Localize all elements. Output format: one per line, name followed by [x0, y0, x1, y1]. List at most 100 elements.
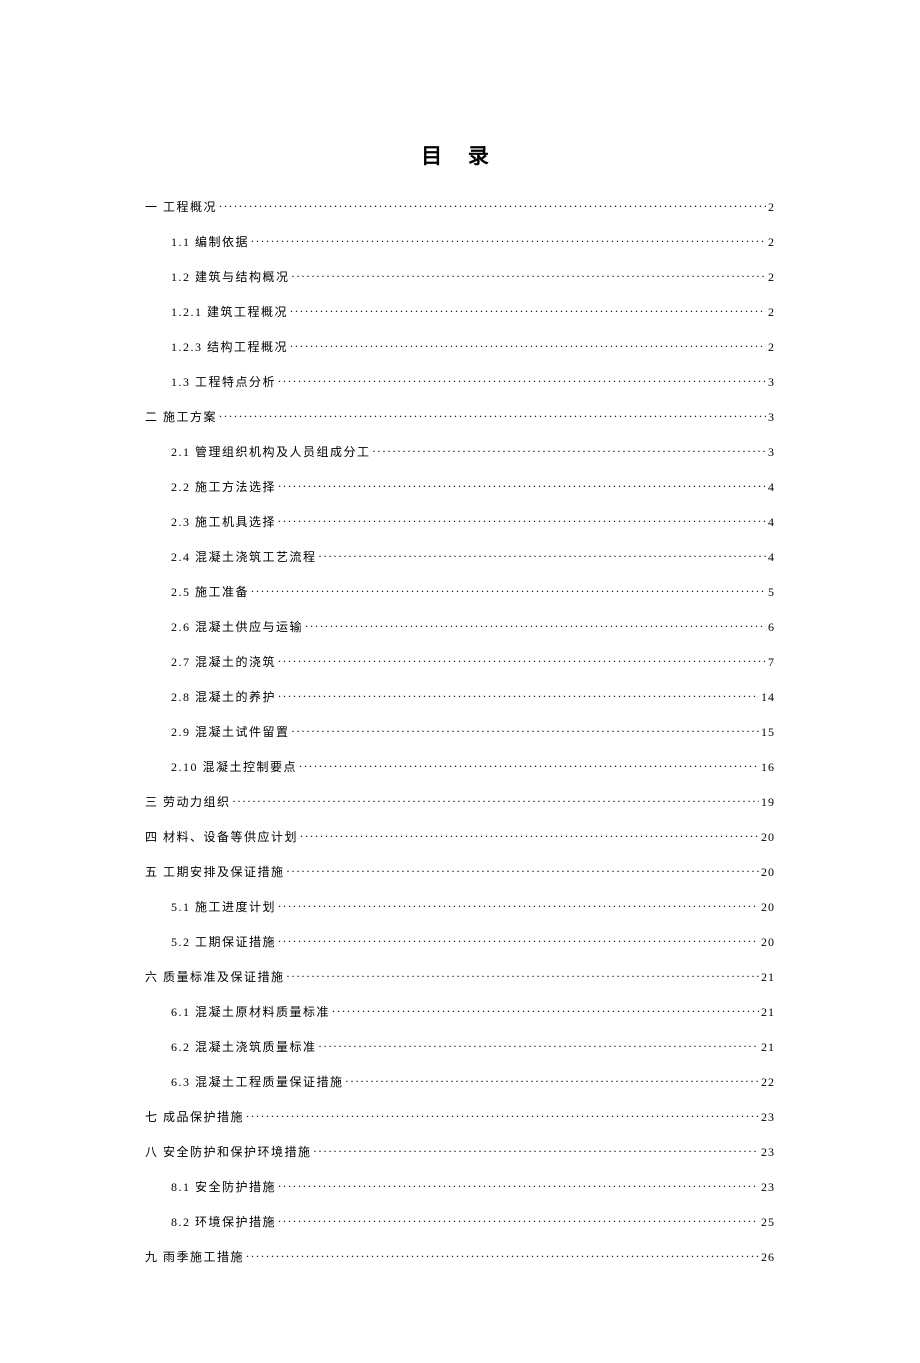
toc-entry-text: 二 施工方案 [145, 408, 217, 425]
toc-entry: 2.7 混凝土的浇筑 7 [171, 653, 775, 670]
toc-leader-dots [246, 1249, 759, 1261]
toc-entry-text: 2.7 混凝土的浇筑 [171, 653, 276, 670]
toc-entry: 5.2 工期保证措施20 [171, 933, 775, 950]
toc-entry: 2.9 混凝土试件留置15 [171, 723, 775, 740]
toc-entry: 一 工程概况2 [145, 198, 775, 215]
toc-leader-dots [332, 1004, 759, 1016]
toc-leader-dots [251, 584, 766, 596]
toc-entry: 八 安全防护和保护环境措施 23 [145, 1143, 775, 1160]
toc-leader-dots [305, 619, 766, 631]
toc-entry-text: 1.1 编制依据 [171, 233, 249, 250]
toc-entry-page: 21 [761, 1005, 775, 1020]
toc-entry-text: 5.2 工期保证措施 [171, 933, 276, 950]
toc-entry: 七 成品保护措施23 [145, 1108, 775, 1125]
toc-entry: 6.2 混凝土浇筑质量标准 21 [171, 1038, 775, 1055]
toc-entry-page: 23 [761, 1180, 775, 1195]
toc-leader-dots [251, 234, 766, 246]
toc-leader-dots [290, 339, 766, 351]
toc-entry: 2.2 施工方法选择 4 [171, 478, 775, 495]
toc-entry-page: 6 [768, 620, 775, 635]
toc-entry: 8.2 环境保护措施25 [171, 1213, 775, 1230]
toc-entry: 1.2 建筑与结构概况 2 [171, 268, 775, 285]
toc-leader-dots [314, 1144, 759, 1156]
toc-entry-text: 2.6 混凝土供应与运输 [171, 618, 303, 635]
toc-leader-dots [287, 969, 759, 981]
toc-entry-page: 2 [768, 235, 775, 250]
toc-entry-page: 23 [761, 1110, 775, 1125]
toc-leader-dots [346, 1074, 759, 1086]
toc-entry: 6.1 混凝土原材料质量标准 21 [171, 1003, 775, 1020]
toc-entry-text: 5.1 施工进度计划 [171, 898, 276, 915]
toc-entry-text: 2.3 施工机具选择 [171, 513, 276, 530]
toc-entry: 三 劳动力组织19 [145, 793, 775, 810]
toc-entry-page: 2 [768, 270, 775, 285]
toc-entry-text: 三 劳动力组织 [145, 793, 231, 810]
toc-entry-page: 15 [761, 725, 775, 740]
toc-entry-page: 20 [761, 900, 775, 915]
toc-leader-dots [278, 654, 766, 666]
toc-entry-text: 2.1 管理组织机构及人员组成分工 [171, 443, 371, 460]
toc-entry-text: 四 材料、设备等供应计划 [145, 828, 298, 845]
toc-entry-page: 20 [761, 865, 775, 880]
toc-entry: 6.3 混凝土工程质量保证措施22 [171, 1073, 775, 1090]
toc-leader-dots [278, 479, 766, 491]
toc-entry: 2.4 混凝土浇筑工艺流程 4 [171, 548, 775, 565]
toc-leader-dots [219, 409, 766, 421]
toc-entry: 2.6 混凝土供应与运输 6 [171, 618, 775, 635]
toc-entry-page: 23 [761, 1145, 775, 1160]
toc-entry-page: 14 [761, 690, 775, 705]
toc-entry: 二 施工方案3 [145, 408, 775, 425]
toc-entry-page: 22 [761, 1075, 775, 1090]
toc-entry-text: 1.2 建筑与结构概况 [171, 268, 290, 285]
toc-entry-text: 1.3 工程特点分析 [171, 373, 276, 390]
toc-entry-page: 4 [768, 550, 775, 565]
toc-entry-text: 六 质量标准及保证措施 [145, 968, 285, 985]
toc-entry-page: 2 [768, 305, 775, 320]
toc-entry-page: 21 [761, 1040, 775, 1055]
toc-leader-dots [219, 199, 766, 211]
toc-leader-dots [278, 1179, 759, 1191]
toc-entry-page: 2 [768, 340, 775, 355]
toc-entry-text: 2.5 施工准备 [171, 583, 249, 600]
toc-leader-dots [319, 549, 766, 561]
toc-entry: 2.5 施工准备 5 [171, 583, 775, 600]
toc-leader-dots [300, 829, 759, 841]
toc-entry: 1.3 工程特点分析 3 [171, 373, 775, 390]
toc-entry-page: 25 [761, 1215, 775, 1230]
toc-entry-page: 3 [768, 375, 775, 390]
toc-entry-text: 八 安全防护和保护环境措施 [145, 1143, 312, 1160]
toc-entry-page: 16 [761, 760, 775, 775]
toc-leader-dots [299, 759, 759, 771]
toc-leader-dots [246, 1109, 759, 1121]
toc-leader-dots [278, 1214, 759, 1226]
toc-leader-dots [278, 514, 766, 526]
toc-entry-page: 7 [768, 655, 775, 670]
toc-entry: 2.10 混凝土控制要点16 [171, 758, 775, 775]
toc-entry-page: 4 [768, 480, 775, 495]
toc-entry-text: 九 雨季施工措施 [145, 1248, 244, 1265]
toc-leader-dots [278, 934, 759, 946]
toc-leader-dots [373, 444, 766, 456]
toc-entry: 2.3 施工机具选择4 [171, 513, 775, 530]
toc-entry: 1.2.1 建筑工程概况 2 [171, 303, 775, 320]
toc-entry-page: 5 [768, 585, 775, 600]
toc-entry-text: 2.2 施工方法选择 [171, 478, 276, 495]
toc-entry: 1.1 编制依据 2 [171, 233, 775, 250]
toc-title: 目 录 [145, 140, 775, 170]
toc-entry-page: 21 [761, 970, 775, 985]
toc-entry-text: 1.2.1 建筑工程概况 [171, 303, 288, 320]
toc-entry-text: 2.4 混凝土浇筑工艺流程 [171, 548, 317, 565]
toc-entry-text: 2.8 混凝土的养护 [171, 688, 276, 705]
toc-leader-dots [278, 374, 766, 386]
toc-entry-page: 3 [768, 445, 775, 460]
toc-leader-dots [290, 304, 766, 316]
toc-entry-text: 1.2.3 结构工程概况 [171, 338, 288, 355]
toc-entry-text: 6.2 混凝土浇筑质量标准 [171, 1038, 317, 1055]
toc-entry-text: 6.1 混凝土原材料质量标准 [171, 1003, 330, 1020]
toc-entry: 8.1 安全防护措施 23 [171, 1178, 775, 1195]
toc-leader-dots [287, 864, 759, 876]
toc-entry-text: 8.1 安全防护措施 [171, 1178, 276, 1195]
toc-entry: 六 质量标准及保证措施 21 [145, 968, 775, 985]
toc-entry: 1.2.3 结构工程概况 2 [171, 338, 775, 355]
toc-leader-dots [319, 1039, 759, 1051]
